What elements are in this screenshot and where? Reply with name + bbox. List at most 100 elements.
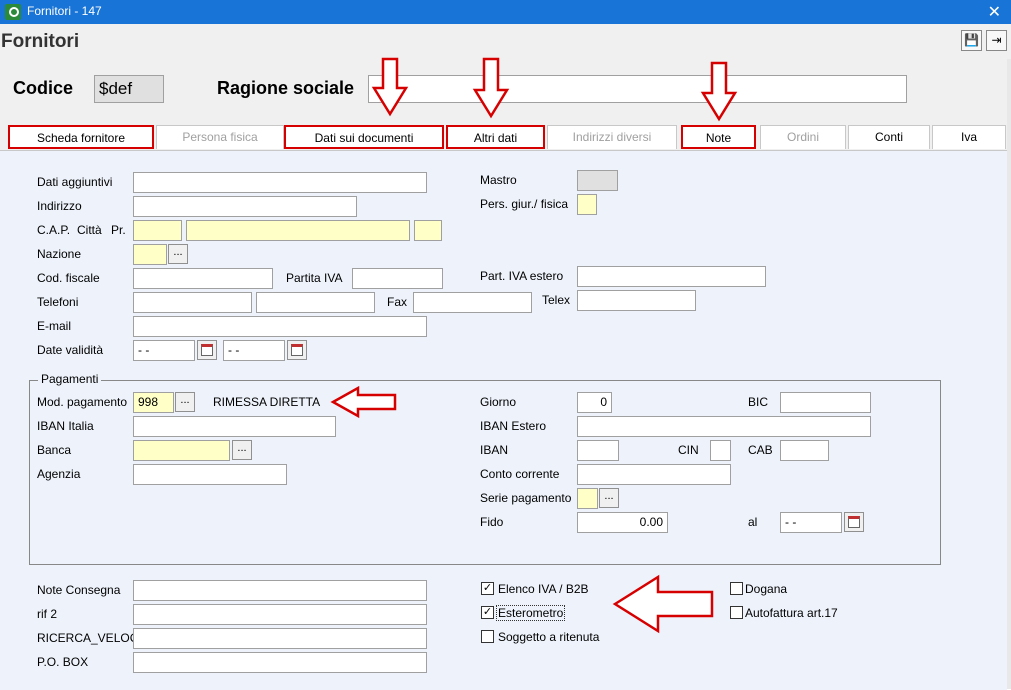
indirizzo-field[interactable] [133,196,357,217]
mod-pagamento-label: Mod. pagamento [37,395,128,409]
bic-field[interactable] [780,392,871,413]
calendar-icon[interactable] [844,512,864,532]
soggetto-ritenuta-label: Soggetto a ritenuta [498,630,600,644]
header-area: Codice $def Ragione sociale [0,59,1011,123]
title-bar: Fornitori - 147 ✕ [0,0,1011,24]
citta-field[interactable] [186,220,410,241]
email-field[interactable] [133,316,427,337]
giorno-field[interactable]: 0 [577,392,612,413]
date-validita-label: Date validità [37,343,104,357]
conto-corrente-label: Conto corrente [480,467,560,481]
soggetto-ritenuta-checkbox[interactable] [481,630,494,643]
banca-lookup-button[interactable]: ... [232,440,252,460]
serie-pagamento-lookup-button[interactable]: ... [599,488,619,508]
esterometro-label: Esterometro [496,605,566,621]
fido-label: Fido [480,515,504,529]
tab-indirizzi-diversi[interactable]: Indirizzi diversi [547,125,677,149]
cab-field[interactable] [780,440,829,461]
cap-field[interactable] [133,220,182,241]
mod-pagamento-field[interactable]: 998 [133,392,174,413]
elenco-iva-checkbox[interactable]: ✓ [481,582,494,595]
mastro-field[interactable] [577,170,618,191]
note-consegna-field[interactable] [133,580,427,601]
telefono1-field[interactable] [133,292,252,313]
elenco-iva-label: Elenco IVA / B2B [498,582,589,596]
iban-estero-label: IBAN Estero [480,419,547,433]
cod-fiscale-label: Cod. fiscale [37,271,100,285]
exit-icon[interactable]: ⇥ [986,30,1007,51]
conto-corrente-field[interactable] [577,464,731,485]
al-date-field[interactable]: - - [780,512,842,533]
pers-giur-label: Pers. giur./ fisica [480,197,569,211]
tab-altri-dati[interactable]: Altri dati [446,125,545,149]
fido-field[interactable]: 0.00 [577,512,668,533]
telefono2-field[interactable] [256,292,375,313]
ragione-sociale-field[interactable] [368,75,907,103]
autofattura-label: Autofattura art.17 [745,606,838,620]
cin-field[interactable] [710,440,731,461]
codice-label: Codice [13,78,74,98]
dogana-label: Dogana [745,582,788,596]
mastro-label: Mastro [480,173,517,187]
cod-fiscale-field[interactable] [133,268,273,289]
indirizzo-label: Indirizzo [37,199,82,213]
dogana-checkbox[interactable] [730,582,743,595]
nazione-lookup-button[interactable]: ... [168,244,188,264]
tab-note[interactable]: Note [681,125,756,149]
pagamenti-title: Pagamenti [38,372,102,386]
tab-iva[interactable]: Iva [932,125,1006,149]
dati-aggiuntivi-field[interactable] [133,172,427,193]
agenzia-label: Agenzia [37,467,81,481]
rif2-field[interactable] [133,604,427,625]
date-from-field[interactable]: - - [133,340,195,361]
cab-label: CAB [748,443,773,457]
note-consegna-label: Note Consegna [37,583,121,597]
mod-pagamento-lookup-button[interactable]: ... [175,392,195,412]
iban-italia-label: IBAN Italia [37,419,94,433]
fax-field[interactable] [413,292,532,313]
cin-label: CIN [678,443,699,457]
pers-giur-field[interactable] [577,194,597,215]
autofattura-checkbox[interactable] [730,606,743,619]
scrollbar[interactable] [1007,59,1011,689]
partita-iva-label: Partita IVA [286,271,343,285]
codice-field[interactable]: $def [94,75,164,103]
tab-persona-fisica[interactable]: Persona fisica [156,125,284,149]
iban-estero-field[interactable] [577,416,871,437]
tab-ordini[interactable]: Ordini [760,125,846,149]
telex-field[interactable] [577,290,696,311]
ricerca-veloce-field[interactable] [133,628,427,649]
part-iva-estero-field[interactable] [577,266,766,287]
save-icon[interactable]: 💾 [961,30,982,51]
banca-label: Banca [37,443,72,457]
telefoni-label: Telefoni [37,295,79,309]
esterometro-checkbox[interactable]: ✓ [481,606,494,619]
tab-scheda-fornitore[interactable]: Scheda fornitore [8,125,154,149]
dati-aggiuntivi-label: Dati aggiuntivi [37,175,113,189]
window-title: Fornitori - 147 [27,4,102,18]
agenzia-field[interactable] [133,464,287,485]
serie-pagamento-field[interactable] [577,488,598,509]
close-icon[interactable]: ✕ [988,2,1001,22]
provincia-label: Pr. [111,223,126,237]
partita-iva-field[interactable] [352,268,443,289]
citta-label: Città [77,223,102,237]
nazione-field[interactable] [133,244,167,265]
po-box-field[interactable] [133,652,427,673]
iban-italia-field[interactable] [133,416,336,437]
form-title: Fornitori [1,31,80,52]
date-to-field[interactable]: - - [223,340,285,361]
calendar-icon[interactable] [197,340,217,360]
rif2-label: rif 2 [37,607,58,621]
calendar-icon[interactable] [287,340,307,360]
provincia-field[interactable] [414,220,442,241]
po-box-label: P.O. BOX [37,655,89,669]
ragione-sociale-label: Ragione sociale [217,78,355,98]
ricerca-veloce-label: RICERCA_VELOC [37,631,133,645]
tab-conti[interactable]: Conti [848,125,930,149]
email-label: E-mail [37,319,72,333]
tab-dati-documenti[interactable]: Dati sui documenti [284,125,444,149]
iban-field[interactable] [577,440,619,461]
banca-field[interactable] [133,440,230,461]
giorno-label: Giorno [480,395,517,409]
